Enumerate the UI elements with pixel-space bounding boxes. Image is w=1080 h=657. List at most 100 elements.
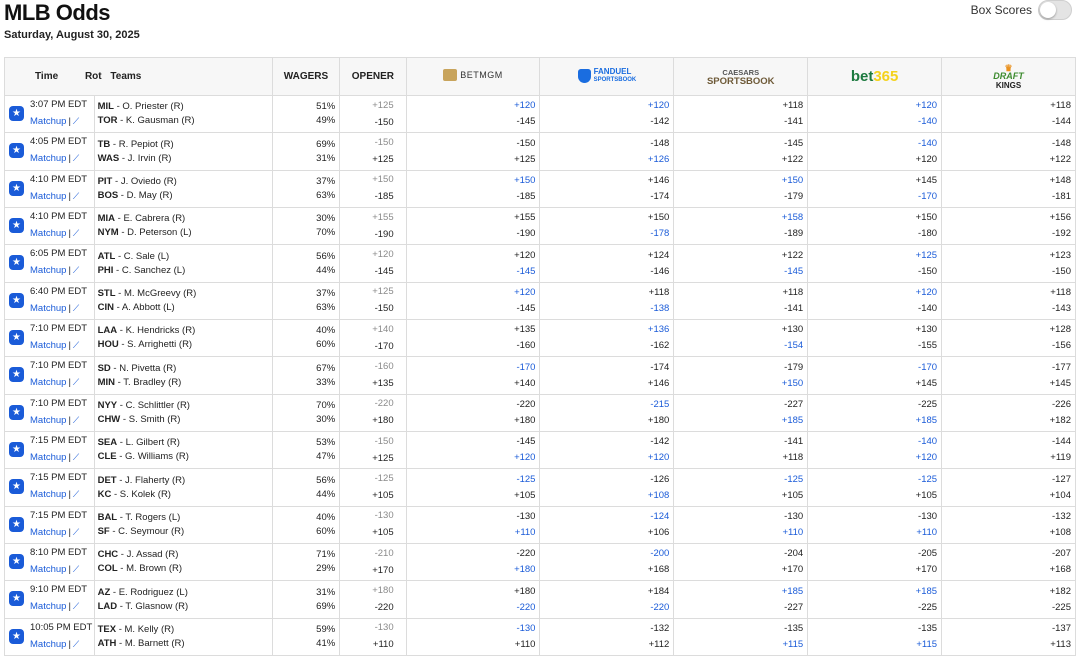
odds-away[interactable]: +150 (811, 210, 937, 226)
odds-home[interactable]: -220 (410, 600, 535, 616)
odds-home[interactable]: +108 (945, 525, 1071, 541)
odds-away[interactable]: -135 (677, 621, 803, 637)
odds-cell-b365[interactable]: +130 -155 (807, 319, 943, 358)
odds-away[interactable]: +150 (410, 173, 535, 189)
odds-away[interactable]: -207 (945, 546, 1071, 562)
odds-cell-b365[interactable]: -140 +120 (807, 431, 943, 470)
odds-cell-cz[interactable]: -135 +115 (673, 617, 809, 657)
star-icon[interactable]: ★ (9, 106, 24, 121)
star-icon[interactable]: ★ (9, 330, 24, 346)
odds-cell-cz[interactable]: +150 -179 (673, 169, 809, 209)
home-team[interactable]: ATH - M. Barnett (R) (98, 637, 269, 651)
odds-home[interactable]: -162 (543, 338, 669, 354)
trend-chart-icon[interactable]: ⟋ (73, 377, 79, 387)
odds-cell-cz[interactable]: +122 -145 (673, 244, 809, 283)
odds-home[interactable]: +170 (677, 562, 803, 578)
odds-home[interactable]: -155 (811, 338, 937, 354)
odds-cell-dk[interactable]: +148 -181 (941, 169, 1076, 209)
matchup-link[interactable]: Matchup (30, 377, 66, 388)
table-row[interactable]: ★ 4:10 PM EDT Matchup | ⟋ PIT - J. Oviedo … (4, 169, 1076, 209)
odds-cell-fd[interactable]: +120 -142 (539, 94, 675, 134)
odds-home[interactable]: +126 (543, 152, 669, 168)
odds-away[interactable]: -130 (811, 509, 937, 525)
odds-cell-b365[interactable]: -135 +115 (807, 617, 943, 657)
odds-cell-fd[interactable]: -142 +120 (539, 431, 675, 470)
odds-cell-fd[interactable]: -174 +146 (539, 356, 675, 395)
odds-away[interactable]: -150 (410, 136, 535, 152)
star-icon[interactable]: ★ (9, 479, 24, 495)
odds-home[interactable]: -180 (811, 226, 937, 242)
odds-home[interactable]: +140 (410, 376, 535, 392)
odds-home[interactable]: +185 (677, 413, 803, 429)
odds-away[interactable]: +158 (677, 210, 803, 226)
away-team[interactable]: STL - M. McGreevy (R) (98, 287, 269, 301)
odds-away[interactable]: +118 (543, 285, 670, 301)
header-caesars[interactable]: CAESARS SPORTSBOOK (673, 57, 809, 96)
odds-cell-b365[interactable]: -225 +185 (807, 393, 943, 433)
table-row[interactable]: ★ 7:10 PM EDT Matchup | ⟋ NYY - C. Schlitt… (4, 393, 1076, 433)
table-row[interactable]: ★ 3:07 PM EDT Matchup | ⟋ MIL - O. Prieste… (4, 94, 1076, 134)
odds-cell-fd[interactable]: +118 -138 (539, 281, 675, 321)
odds-cell-cz[interactable]: -141 +118 (673, 431, 809, 470)
odds-away[interactable]: +120 (543, 98, 669, 114)
odds-cell-fd[interactable]: +146 -174 (539, 169, 675, 209)
away-team[interactable]: TB - R. Pepiot (R) (98, 138, 269, 152)
odds-away[interactable]: +125 (811, 248, 937, 264)
odds-home[interactable]: +180 (410, 413, 535, 429)
odds-cell-mgm[interactable]: -220 +180 (405, 543, 541, 582)
odds-home[interactable]: -146 (543, 264, 669, 280)
odds-cell-dk[interactable]: +182 -225 (941, 580, 1076, 619)
star-icon[interactable]: ★ (9, 143, 24, 159)
odds-cell-b365[interactable]: -125 +105 (807, 468, 943, 507)
odds-cell-mgm[interactable]: +120 -145 (405, 94, 541, 134)
odds-away[interactable]: -135 (811, 621, 937, 637)
away-team[interactable]: LAA - K. Hendricks (R) (98, 324, 269, 338)
star-icon[interactable]: ★ (9, 255, 24, 271)
odds-away[interactable]: -177 (945, 360, 1071, 376)
odds-home[interactable]: -179 (677, 189, 803, 205)
matchup-link[interactable]: Matchup (30, 265, 66, 276)
odds-cell-fd[interactable]: -148 +126 (539, 132, 675, 171)
odds-away[interactable]: -130 (410, 621, 535, 637)
away-team[interactable]: DET - J. Flaherty (R) (98, 474, 269, 488)
box-scores-toggle[interactable] (1038, 0, 1072, 20)
odds-away[interactable]: -144 (945, 434, 1071, 450)
odds-away[interactable]: -225 (811, 397, 937, 413)
odds-home[interactable]: +110 (811, 525, 937, 541)
trend-chart-icon[interactable]: ⟋ (73, 601, 79, 611)
odds-home[interactable]: -144 (945, 114, 1071, 130)
odds-away[interactable]: +128 (945, 322, 1071, 338)
odds-cell-dk[interactable]: -144 +119 (941, 431, 1076, 470)
odds-away[interactable]: +185 (811, 584, 937, 600)
odds-home[interactable]: +122 (677, 152, 803, 168)
odds-away[interactable]: -126 (543, 472, 669, 488)
star-icon[interactable]: ★ (9, 367, 24, 383)
odds-home[interactable]: +115 (677, 637, 803, 653)
odds-away[interactable]: -130 (677, 509, 803, 525)
odds-cell-fd[interactable]: +136 -162 (539, 319, 675, 358)
odds-away[interactable]: +118 (677, 98, 803, 114)
odds-away[interactable]: -200 (543, 546, 669, 562)
odds-home[interactable]: -140 (811, 114, 937, 130)
odds-cell-cz[interactable]: -125 +105 (673, 468, 809, 507)
odds-away[interactable]: -226 (945, 397, 1071, 413)
trend-chart-icon[interactable]: ⟋ (73, 116, 79, 126)
odds-away[interactable]: +185 (677, 584, 803, 600)
matchup-link[interactable]: Matchup (30, 340, 66, 351)
odds-home[interactable]: -170 (811, 189, 937, 205)
odds-home[interactable]: +180 (410, 562, 535, 578)
odds-cell-fd[interactable]: -200 +168 (539, 543, 675, 582)
odds-away[interactable]: +130 (677, 322, 803, 338)
odds-home[interactable]: -220 (543, 600, 669, 616)
odds-away[interactable]: -145 (677, 136, 803, 152)
odds-home[interactable]: -181 (945, 189, 1071, 205)
trend-chart-icon[interactable]: ⟋ (73, 415, 79, 425)
odds-cell-dk[interactable]: -148 +122 (941, 132, 1076, 171)
odds-cell-dk[interactable]: -177 +145 (941, 356, 1076, 395)
odds-away[interactable]: -140 (811, 136, 937, 152)
odds-cell-cz[interactable]: -204 +170 (673, 543, 809, 582)
home-team[interactable]: NYM - D. Peterson (L) (98, 226, 269, 240)
matchup-link[interactable]: Matchup (30, 452, 66, 463)
odds-cell-b365[interactable]: +185 -225 (807, 580, 943, 619)
star-icon[interactable]: ★ (9, 404, 24, 420)
